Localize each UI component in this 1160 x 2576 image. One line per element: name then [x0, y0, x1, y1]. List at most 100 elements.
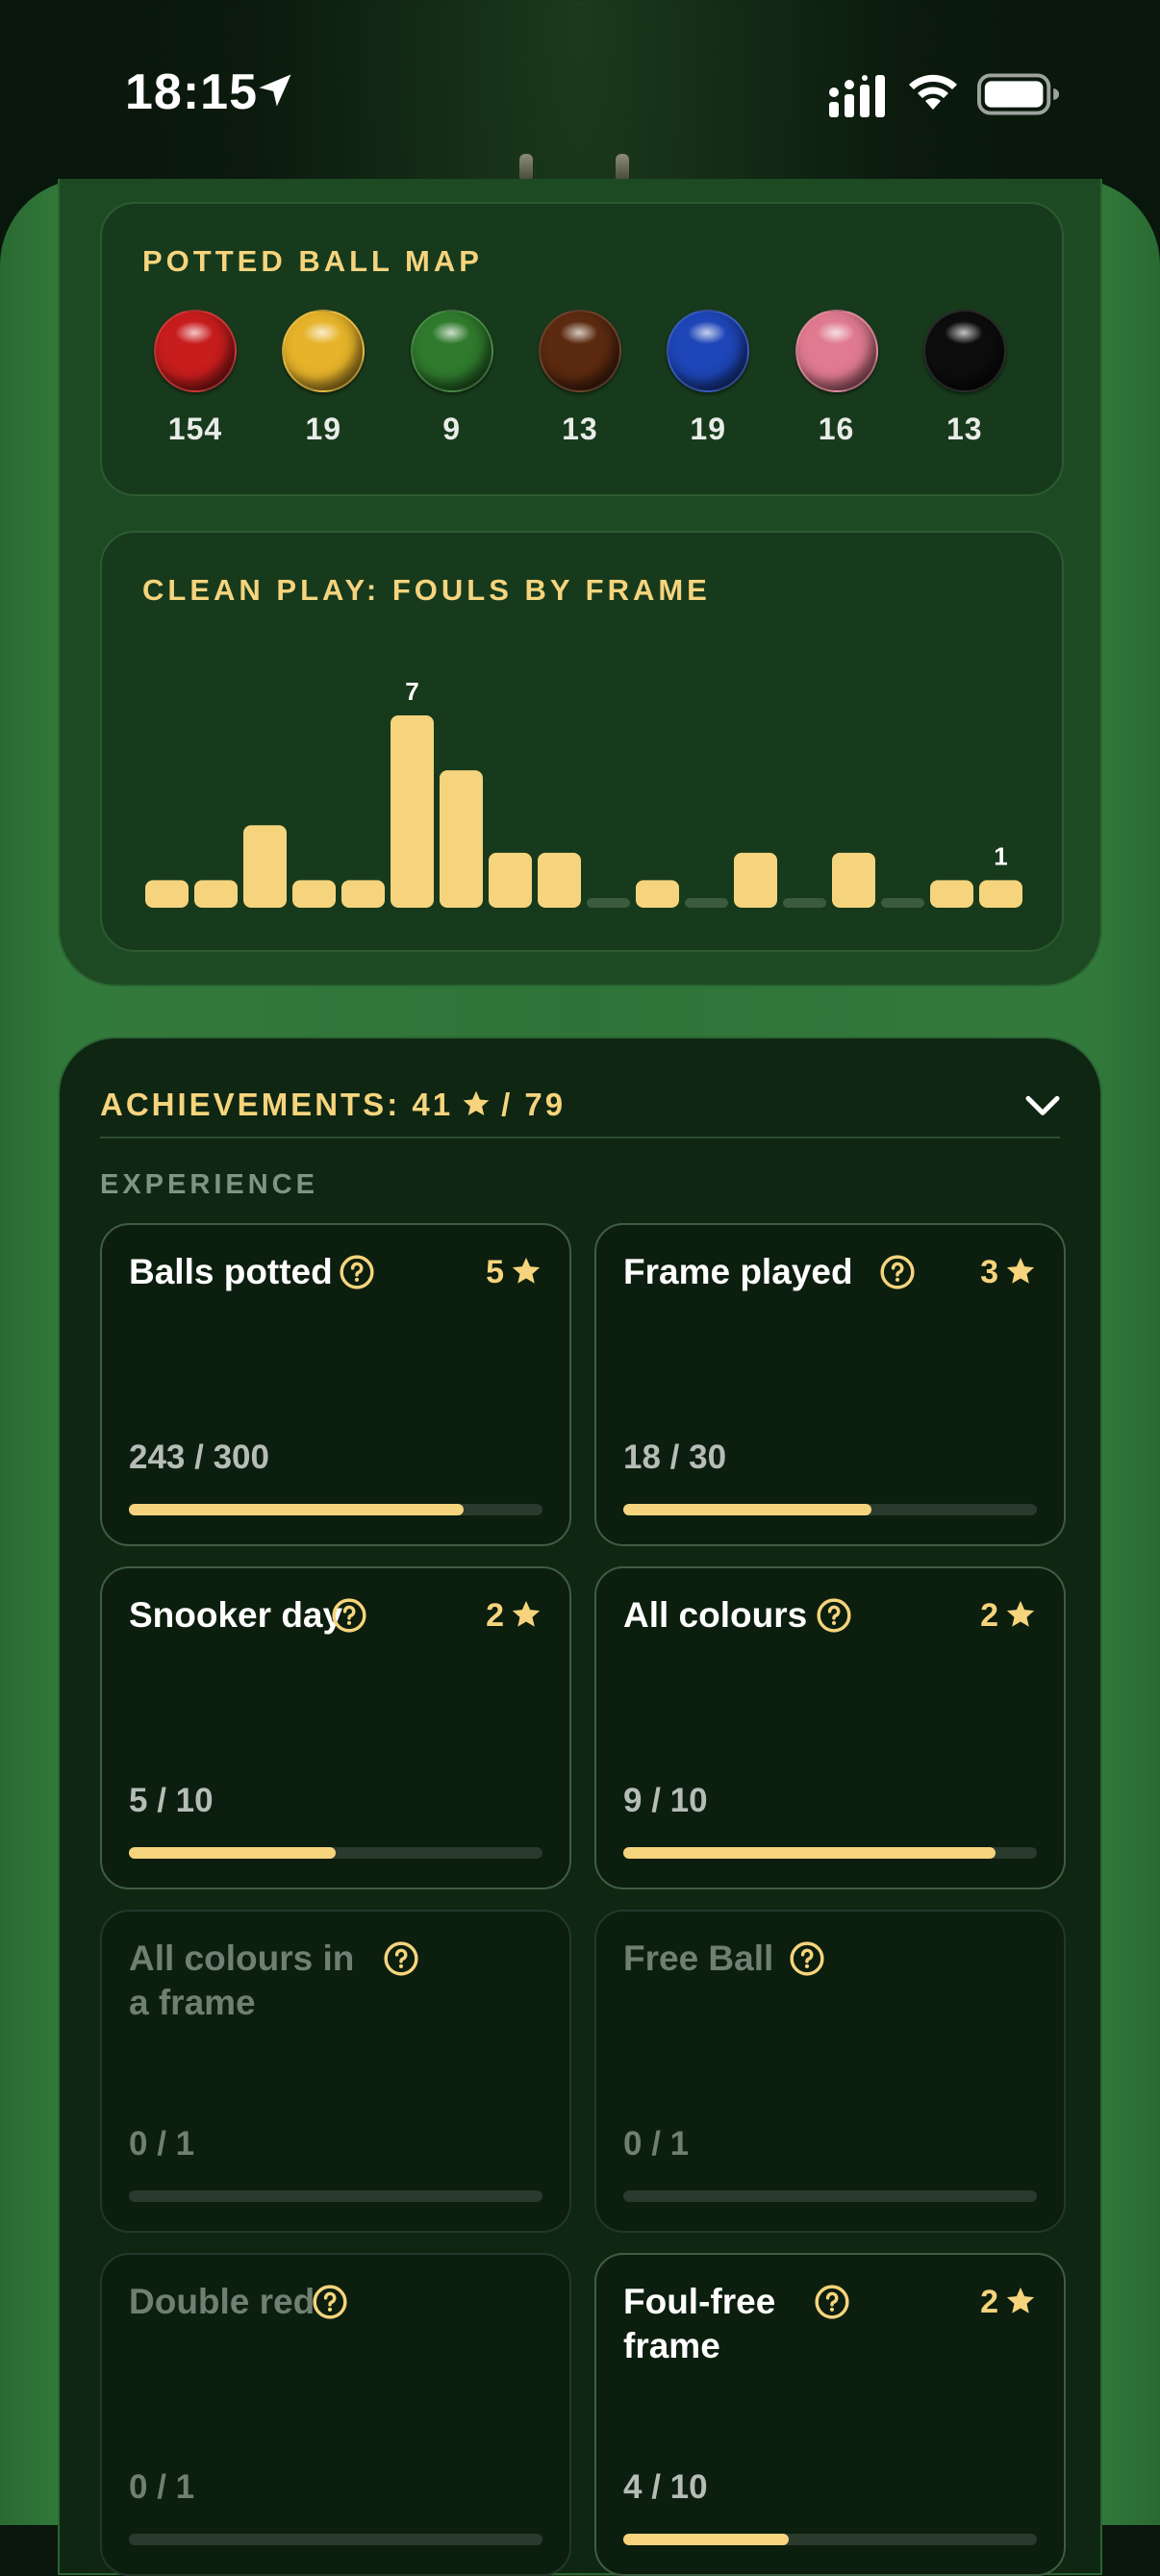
fouls-bar-frame-3 [243, 825, 287, 908]
help-icon[interactable] [879, 1254, 916, 1290]
achievement-card-free-ball[interactable]: Free Ball 0 / 1 [594, 1910, 1066, 2233]
fouls-bar-frame-7 [440, 770, 483, 908]
ball-count-blue: 19 [690, 412, 726, 446]
location-arrow-icon [259, 74, 291, 107]
help-icon[interactable] [814, 2284, 850, 2320]
star-icon [512, 1600, 541, 1627]
help-icon[interactable] [331, 1597, 367, 1634]
ball-count-black: 13 [946, 412, 983, 446]
achievement-progress-fill [623, 2534, 789, 2545]
ball-count-yellow: 19 [305, 412, 342, 446]
achievement-star-count: 2 [486, 1597, 504, 1634]
help-icon[interactable] [339, 1254, 375, 1290]
fouls-bar-frame-14 [783, 898, 826, 908]
fouls-bar-frame-17 [930, 880, 973, 908]
achievement-stars: 2 [980, 2284, 1037, 2321]
achievement-star-count: 2 [980, 1597, 998, 1634]
star-icon [1006, 2287, 1035, 2313]
star-icon [463, 1090, 490, 1115]
help-icon[interactable] [312, 2284, 348, 2320]
achievement-star-count: 5 [486, 1254, 504, 1290]
achievement-progress-bar [623, 1847, 1037, 1859]
help-icon[interactable] [383, 1940, 419, 1977]
achievement-card-balls-potted[interactable]: Balls potted 5 243 / 300 [100, 1223, 571, 1546]
fouls-bar-frame-8 [489, 852, 532, 908]
achievement-card-double-red[interactable]: Double red 0 / 1 [100, 2253, 571, 2576]
wifi-icon [909, 74, 957, 110]
achievement-progress-bar [129, 2190, 542, 2202]
achievement-progress-text: 18 / 30 [623, 1438, 727, 1476]
star-icon [1006, 1257, 1035, 1284]
achievement-progress-bar [623, 2190, 1037, 2202]
fouls-bar-frame-18 [979, 880, 1022, 908]
achievements-total: / 79 [501, 1087, 567, 1122]
pink-ball-icon [794, 310, 878, 392]
ball-item-blue: 19 [651, 310, 767, 463]
ball-item-black: 13 [908, 310, 1023, 463]
achievement-title: Double red [129, 2282, 315, 2321]
header-divider [100, 1137, 1060, 1138]
achievement-star-count: 2 [980, 2284, 998, 2320]
fouls-bar-frame-4 [292, 880, 336, 908]
fouls-bar-frame-9 [538, 852, 581, 908]
star-icon [1006, 1600, 1035, 1627]
achievement-title: All colours [623, 1595, 808, 1635]
chevron-down-icon[interactable] [1023, 1088, 1062, 1121]
achievement-progress-text: 243 / 300 [129, 1438, 269, 1476]
red-ball-icon [154, 310, 237, 392]
fouls-data-label-6: 7 [405, 677, 418, 706]
ball-item-green: 9 [395, 310, 511, 463]
achievement-card-snooker-day[interactable]: Snooker day 2 5 / 10 [100, 1566, 571, 1889]
achievement-star-count: 3 [980, 1254, 998, 1290]
achievement-progress-bar [129, 1847, 542, 1859]
blue-ball-icon [667, 310, 750, 392]
achievements-count: ACHIEVEMENTS: 41 [100, 1087, 454, 1122]
green-ball-icon [410, 310, 493, 392]
fouls-data-label-18: 1 [994, 841, 1007, 870]
black-ball-icon [922, 310, 1006, 392]
achievement-stars: 5 [486, 1254, 542, 1291]
fouls-bar-frame-6 [391, 715, 434, 908]
ball-count-pink: 16 [818, 412, 855, 446]
ball-item-pink: 16 [780, 310, 895, 463]
achievement-card-all-colours-in-a-frame[interactable]: All colours in a frame 0 / 1 [100, 1910, 571, 2233]
fouls-bar-frame-2 [194, 880, 238, 908]
achievements-header[interactable]: ACHIEVEMENTS: 41 / 79 [100, 1087, 566, 1123]
achievement-title: Frame played [623, 1252, 853, 1291]
achievement-card-all-colours[interactable]: All colours 2 9 / 10 [594, 1566, 1066, 1889]
achievement-progress-text: 9 / 10 [623, 1782, 708, 1819]
fouls-bar-frame-15 [832, 852, 875, 908]
ball-count-brown: 13 [562, 412, 598, 446]
achievement-stars: 3 [980, 1254, 1037, 1291]
fouls-bar-frame-16 [881, 898, 924, 908]
achievement-title: All colours in a frame [129, 1938, 355, 2022]
achievement-stars: 2 [486, 1597, 542, 1635]
achievement-progress-bar [129, 1504, 542, 1515]
fouls-chart-card: CLEAN PLAY: FOULS BY FRAME 71 [100, 531, 1064, 952]
ball-item-red: 154 [139, 310, 254, 463]
experience-section-label: EXPERIENCE [100, 1169, 318, 1200]
fouls-bar-frame-12 [685, 898, 728, 908]
stats-panel: POTTED BALL MAP 154 19 9 13 19 16 13 CLEAN PLA… [58, 179, 1102, 987]
ball-row: 154 19 9 13 19 16 13 [139, 310, 1043, 463]
potted-ball-map-card: POTTED BALL MAP 154 19 9 13 19 16 13 [100, 202, 1064, 496]
achievement-card-foul-free-frame[interactable]: Foul-free frame 2 4 / 10 [594, 2253, 1066, 2576]
achievement-title: Free Ball [623, 1938, 774, 1978]
help-icon[interactable] [789, 1940, 825, 1977]
fouls-bar-frame-10 [587, 898, 630, 908]
ball-count-green: 9 [442, 412, 461, 446]
achievement-progress-text: 4 / 10 [623, 2468, 708, 2506]
achievement-stars: 2 [980, 1597, 1037, 1635]
battery-icon [977, 73, 1060, 115]
ball-item-brown: 13 [523, 310, 639, 463]
help-icon[interactable] [816, 1597, 852, 1634]
achievement-progress-text: 0 / 1 [129, 2125, 195, 2163]
achievement-title: Foul-free frame [623, 2282, 776, 2365]
fouls-bar-frame-5 [341, 880, 385, 908]
star-icon [512, 1257, 541, 1284]
brown-ball-icon [538, 310, 621, 392]
achievement-card-frame-played[interactable]: Frame played 3 18 / 30 [594, 1223, 1066, 1546]
achievement-progress-fill [623, 1504, 871, 1515]
achievement-progress-fill [129, 1504, 465, 1515]
achievement-progress-fill [129, 1847, 336, 1859]
